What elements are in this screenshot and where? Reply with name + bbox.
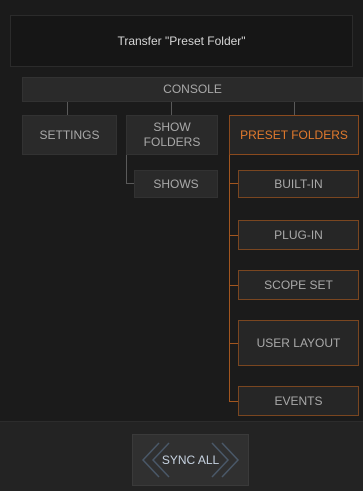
plug-in-node[interactable]: PLUG-IN <box>238 220 359 250</box>
built-in-label: BUILT-IN <box>274 176 323 191</box>
events-node[interactable]: EVENTS <box>238 386 359 416</box>
preset-folders-label: PRESET FOLDERS <box>240 127 348 142</box>
connector-built-in <box>229 183 238 184</box>
console-node[interactable]: CONSOLE <box>22 77 363 102</box>
transfer-title-text: Transfer "Preset Folder" <box>117 34 246 48</box>
transfer-preset-folder-panel: Transfer "Preset Folder" CONSOLE SETTING… <box>0 0 363 491</box>
user-layout-node[interactable]: USER LAYOUT <box>238 320 359 366</box>
built-in-node[interactable]: BUILT-IN <box>238 170 359 198</box>
connector-shows-horizontal <box>126 183 134 184</box>
plug-in-label: PLUG-IN <box>274 227 323 242</box>
user-layout-label: USER LAYOUT <box>256 335 341 350</box>
settings-node[interactable]: SETTINGS <box>22 115 117 155</box>
sync-all-button[interactable]: SYNC ALL <box>132 434 249 486</box>
scope-set-node[interactable]: SCOPE SET <box>238 270 359 300</box>
preset-folders-node[interactable]: PRESET FOLDERS <box>229 115 359 155</box>
show-folders-node[interactable]: SHOW FOLDERS <box>126 115 218 155</box>
connector-plug-in <box>229 235 238 236</box>
settings-label: SETTINGS <box>39 127 100 142</box>
scope-set-label: SCOPE SET <box>264 277 333 292</box>
transfer-title: Transfer "Preset Folder" <box>10 15 353 67</box>
connector-scope-set <box>229 285 238 286</box>
show-folders-label: SHOW FOLDERS <box>143 120 201 149</box>
sync-all-label: SYNC ALL <box>161 453 220 467</box>
connector-preset-folders <box>294 102 295 116</box>
connector-settings <box>67 102 68 116</box>
shows-node[interactable]: SHOWS <box>134 170 218 198</box>
connector-shows-vertical <box>126 155 127 184</box>
console-label: CONSOLE <box>163 82 222 96</box>
connector-preset-trunk <box>229 155 230 402</box>
connector-events <box>229 401 238 402</box>
connector-show-folders <box>171 102 172 116</box>
shows-label: SHOWS <box>153 176 199 191</box>
connector-user-layout <box>229 343 238 344</box>
events-label: EVENTS <box>274 393 323 408</box>
